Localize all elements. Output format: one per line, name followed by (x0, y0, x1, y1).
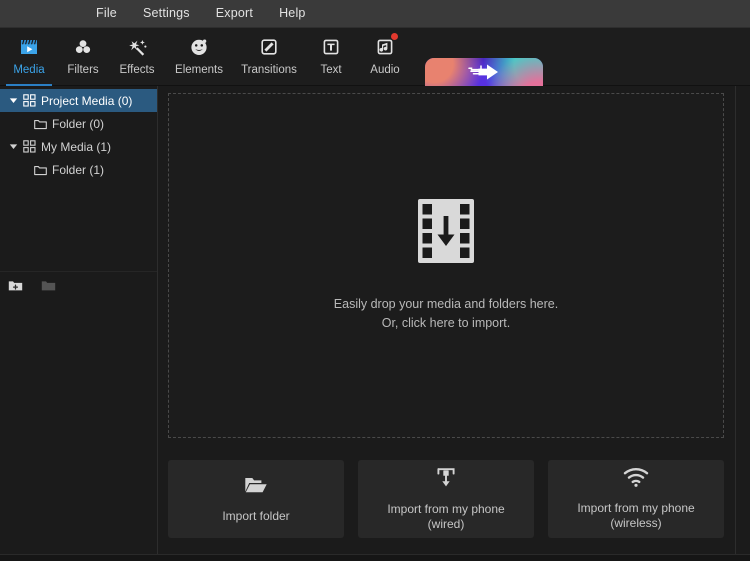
smiley-face-icon (189, 35, 209, 59)
grid-icon (23, 140, 36, 153)
folder-icon (34, 164, 47, 176)
tab-audio-label: Audio (370, 64, 400, 76)
tab-transitions-label: Transitions (241, 64, 297, 76)
media-tree: Project Media (0) Folder (0) My Media (1… (0, 86, 157, 181)
transition-square-icon (259, 35, 279, 59)
content-area: Project Media (0) Folder (0) My Media (1… (0, 86, 750, 561)
tab-text-label: Text (320, 64, 342, 76)
import-folder-label: Import folder (222, 508, 290, 523)
folder-open-icon (244, 475, 268, 500)
dropzone-line-2: Or, click here to import. (381, 316, 511, 330)
tab-filters[interactable]: Filters (56, 28, 110, 86)
menu-file[interactable]: File (96, 7, 117, 20)
text-t-icon (321, 35, 341, 59)
tree-item-label: Folder (1) (52, 162, 105, 177)
sidebar-toolbar (0, 271, 157, 299)
tab-effects-label: Effects (119, 64, 155, 76)
tab-media[interactable]: Media (2, 28, 56, 86)
folder-icon (34, 118, 47, 130)
media-dropzone[interactable]: Easily drop your media and folders here.… (168, 93, 724, 438)
media-sidebar: Project Media (0) Folder (0) My Media (1… (0, 86, 158, 561)
film-strip-download-icon (417, 198, 475, 269)
new-folder-icon[interactable] (8, 279, 23, 293)
menu-bar: File Settings Export Help (0, 0, 750, 28)
tab-audio[interactable]: Audio (358, 28, 412, 86)
menu-export[interactable]: Export (216, 7, 253, 20)
import-folder-button[interactable]: Import folder (168, 460, 344, 538)
import-buttons-row: Import folder Import from my phone (wired… (168, 460, 724, 538)
video-editor-window: File Settings Export Help Media Filters … (0, 0, 750, 561)
tree-item-label: My Media (1) (41, 139, 112, 154)
bottom-strip (0, 554, 750, 561)
three-circles-icon (73, 35, 93, 59)
main-toolbar: Media Filters Effects Elements Transitio… (0, 28, 750, 150)
tab-filters-label: Filters (67, 64, 99, 76)
panel-divider (735, 86, 736, 561)
menu-settings[interactable]: Settings (143, 7, 190, 20)
tab-transitions[interactable]: Transitions (234, 28, 304, 86)
import-phone-wireless-button[interactable]: Import from my phone (wireless) (548, 460, 724, 538)
tree-item-my-folder[interactable]: Folder (1) (0, 158, 157, 181)
fast-forward-arrow-icon (468, 63, 500, 86)
tree-item-my-media[interactable]: My Media (1) (0, 135, 157, 158)
grid-icon (23, 94, 36, 107)
wifi-icon (623, 467, 649, 492)
audio-notification-badge (391, 33, 398, 40)
tab-elements-label: Elements (175, 64, 223, 76)
clapperboard-icon (19, 35, 39, 59)
tree-item-label: Project Media (0) (41, 93, 133, 108)
music-note-icon (375, 33, 398, 59)
chevron-down-icon[interactable] (8, 96, 18, 106)
menu-help[interactable]: Help (279, 7, 306, 20)
tree-item-project-media[interactable]: Project Media (0) (0, 89, 157, 112)
import-phone-wireless-label: Import from my phone (wireless) (577, 501, 695, 530)
tab-effects[interactable]: Effects (110, 28, 164, 86)
tree-item-project-folder[interactable]: Folder (0) (0, 112, 157, 135)
delete-folder-icon (41, 279, 56, 293)
tab-text[interactable]: Text (304, 28, 358, 86)
magic-wand-icon (127, 35, 148, 59)
dropzone-line-1: Easily drop your media and folders here. (333, 297, 559, 311)
tree-item-label: Folder (0) (52, 116, 105, 131)
import-phone-wired-button[interactable]: Import from my phone (wired) (358, 460, 534, 538)
phone-wired-icon (435, 467, 457, 493)
import-phone-wired-label: Import from my phone (wired) (387, 501, 505, 531)
tab-media-label: Media (13, 64, 45, 76)
chevron-down-icon[interactable] (8, 142, 18, 152)
tab-elements[interactable]: Elements (164, 28, 234, 86)
media-panel: Easily drop your media and folders here.… (158, 86, 750, 561)
